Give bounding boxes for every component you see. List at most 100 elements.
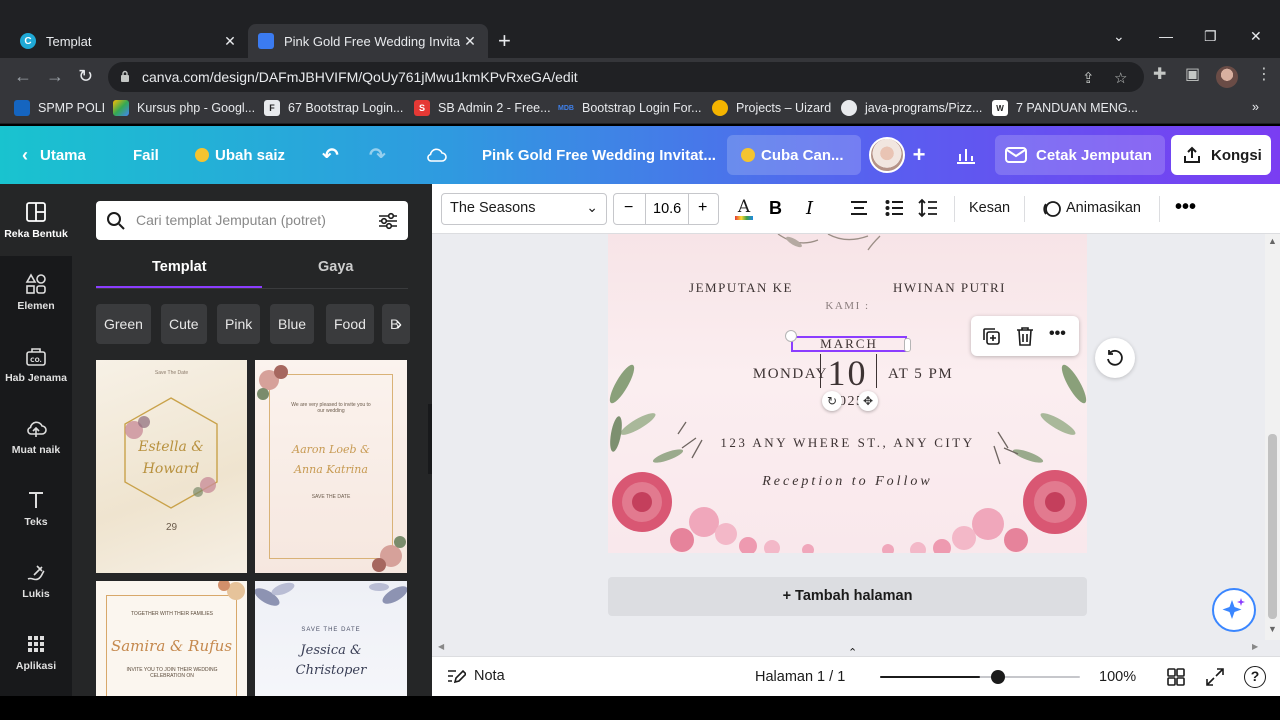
filter-chip-pink[interactable]: Pink [217,304,261,344]
bookmark-item[interactable]: Kursus php - Googl... [113,100,255,116]
italic-icon[interactable]: I [806,198,813,219]
back-icon[interactable]: ← [14,66,32,86]
share-page-icon[interactable]: ⇪ [1082,69,1095,87]
list-icon[interactable] [885,199,903,222]
selected-text-box[interactable]: MARCH [791,336,907,352]
scrollbar-thumb[interactable] [1268,434,1277,619]
filter-chip-cute[interactable]: Cute [161,304,207,344]
animate-icon[interactable] [1042,199,1062,224]
bookmark-item[interactable]: SPMP POLI [14,100,105,116]
more-icon[interactable]: ••• [1049,325,1066,343]
effects-button[interactable]: Kesan [969,200,1010,216]
zoom-slider-thumb[interactable] [991,670,1005,684]
rail-item-apps[interactable]: Aplikasi [0,616,72,688]
template-thumbnail[interactable]: TOGETHER WITH THEIR FAMILIES Samira & Ru… [96,581,247,696]
file-menu-button[interactable]: Fail [133,126,159,184]
text-color-icon[interactable]: A [733,196,755,227]
animate-button[interactable]: Animasikan [1066,200,1141,216]
tab-search-icon[interactable]: ⌄ [1113,28,1125,45]
selection-resize-handle[interactable] [904,338,911,352]
filter-chip-green[interactable]: Green [96,304,151,344]
restore-icon[interactable]: ❐ [1204,28,1217,45]
filter-chip-blue[interactable]: Blue [270,304,315,344]
page-indicator[interactable]: Halaman 1 / 1 [755,669,845,685]
reload-icon[interactable]: ↻ [78,66,93,86]
print-invitation-button[interactable]: Cetak Jemputan [995,135,1165,175]
try-canva-pro-button[interactable]: Cuba Can... [727,135,861,175]
profile-avatar[interactable] [1216,66,1238,88]
scroll-right-icon[interactable]: ▶ [1252,642,1258,651]
template-thumbnail[interactable]: Save The Date Estella & Howard 29 [96,360,247,573]
more-options-icon[interactable]: ••• [1175,196,1196,219]
rail-item-elements[interactable]: Elemen [0,256,72,328]
scroll-up-icon[interactable]: ▲ [1268,236,1277,246]
close-tab-icon[interactable]: ✕ [222,33,238,49]
tab-styles[interactable]: Gaya [318,259,353,275]
add-page-button[interactable]: + Tambah halaman [608,577,1087,616]
add-collaborator-icon[interactable]: + [911,135,927,175]
browser-tab-design[interactable]: Pink Gold Free Wedding Invitatio ✕ [248,24,488,58]
vertical-scrollbar[interactable]: ▲ ▼ [1265,234,1280,640]
browser-tab-templat[interactable]: C Templat ✕ [10,24,248,58]
refresh-design-icon[interactable] [1095,338,1135,378]
help-icon[interactable]: ? [1244,666,1266,688]
browser-menu-icon[interactable]: ⋮ [1256,64,1272,84]
magic-sparkle-icon[interactable] [1212,588,1256,632]
rotate-handle-icon[interactable]: ↻ [822,391,842,411]
filter-chip-food[interactable]: Food [326,304,374,344]
selection-rotate-handle[interactable] [785,330,797,342]
align-center-icon[interactable] [850,200,868,221]
filter-sliders-icon[interactable] [378,212,398,230]
scroll-down-icon[interactable]: ▼ [1268,624,1277,634]
move-handle-icon[interactable]: ✥ [858,391,878,411]
redo-icon[interactable]: ↷ [369,126,386,184]
spacing-icon[interactable] [918,198,938,223]
cloud-save-icon[interactable] [425,126,447,184]
share-button[interactable]: Kongsi [1171,135,1271,175]
zoom-level[interactable]: 100% [1099,669,1136,685]
more-bookmarks-icon[interactable]: » [1252,100,1259,114]
increase-size-button[interactable]: + [698,199,707,217]
bookmark-item[interactable]: F 67 Bootstrap Login... [264,100,403,116]
chips-next-icon[interactable]: › [396,314,402,335]
delete-icon[interactable] [1016,326,1034,351]
resize-button[interactable]: Ubah saiz [195,126,285,184]
bookmark-item[interactable]: S SB Admin 2 - Free... [414,100,551,116]
bookmark-star-icon[interactable]: ☆ [1114,69,1127,87]
user-avatar[interactable] [869,137,905,173]
new-tab-icon[interactable]: + [498,30,511,52]
template-search-input[interactable]: Cari templat Jemputan (potret) [96,201,408,240]
close-window-icon[interactable]: ✕ [1250,28,1262,45]
extensions-icon[interactable]: ✚ [1153,64,1166,84]
forward-icon[interactable]: → [46,66,64,86]
bookmark-item[interactable]: java-programs/Pizz... [841,100,982,116]
address-bar[interactable]: canva.com/design/DAFmJBHVIFM/QoUy761jMwu… [108,62,1144,92]
rail-item-brand-hub[interactable]: CO. Hab Jenama [0,328,72,400]
template-thumbnail[interactable]: SAVE THE DATE Jessica & Christoper [255,581,407,696]
fullscreen-icon[interactable] [1206,668,1224,691]
font-size-input[interactable]: 10.6 [653,201,681,217]
bookmark-item[interactable]: Projects – Uizard [712,100,831,116]
zoom-slider[interactable] [880,670,1080,684]
bold-icon[interactable]: B [769,198,782,219]
scroll-left-icon[interactable]: ◀ [438,642,444,651]
minimize-icon[interactable]: — [1159,28,1173,44]
insights-chart-icon[interactable] [946,135,986,175]
close-tab-icon[interactable]: ✕ [462,33,478,49]
template-thumbnail[interactable]: We are very pleased to invite you to our… [255,360,407,573]
rail-item-uploads[interactable]: Muat naik [0,400,72,472]
decrease-size-button[interactable]: − [624,199,633,217]
side-panel-icon[interactable]: ▣ [1185,64,1200,84]
undo-icon[interactable]: ↶ [322,126,339,184]
rail-item-design[interactable]: Reka Bentuk [0,184,72,256]
design-title[interactable]: Pink Gold Free Wedding Invitat... [482,126,716,184]
tab-templates[interactable]: Templat [152,259,207,275]
bookmark-item[interactable]: MDB Bootstrap Login For... [558,100,702,116]
rail-item-text[interactable]: Teks [0,472,72,544]
notes-button[interactable]: Nota [446,667,505,685]
font-family-select[interactable]: The Seasons ⌄ [441,193,607,225]
duplicate-icon[interactable] [981,326,1001,351]
design-page[interactable]: JEMPUTAN KE HWINAN PUTRI KAMI : MARCH MON… [608,234,1087,553]
home-button[interactable]: ‹ Utama [22,126,86,184]
rail-item-draw[interactable]: Lukis [0,544,72,616]
